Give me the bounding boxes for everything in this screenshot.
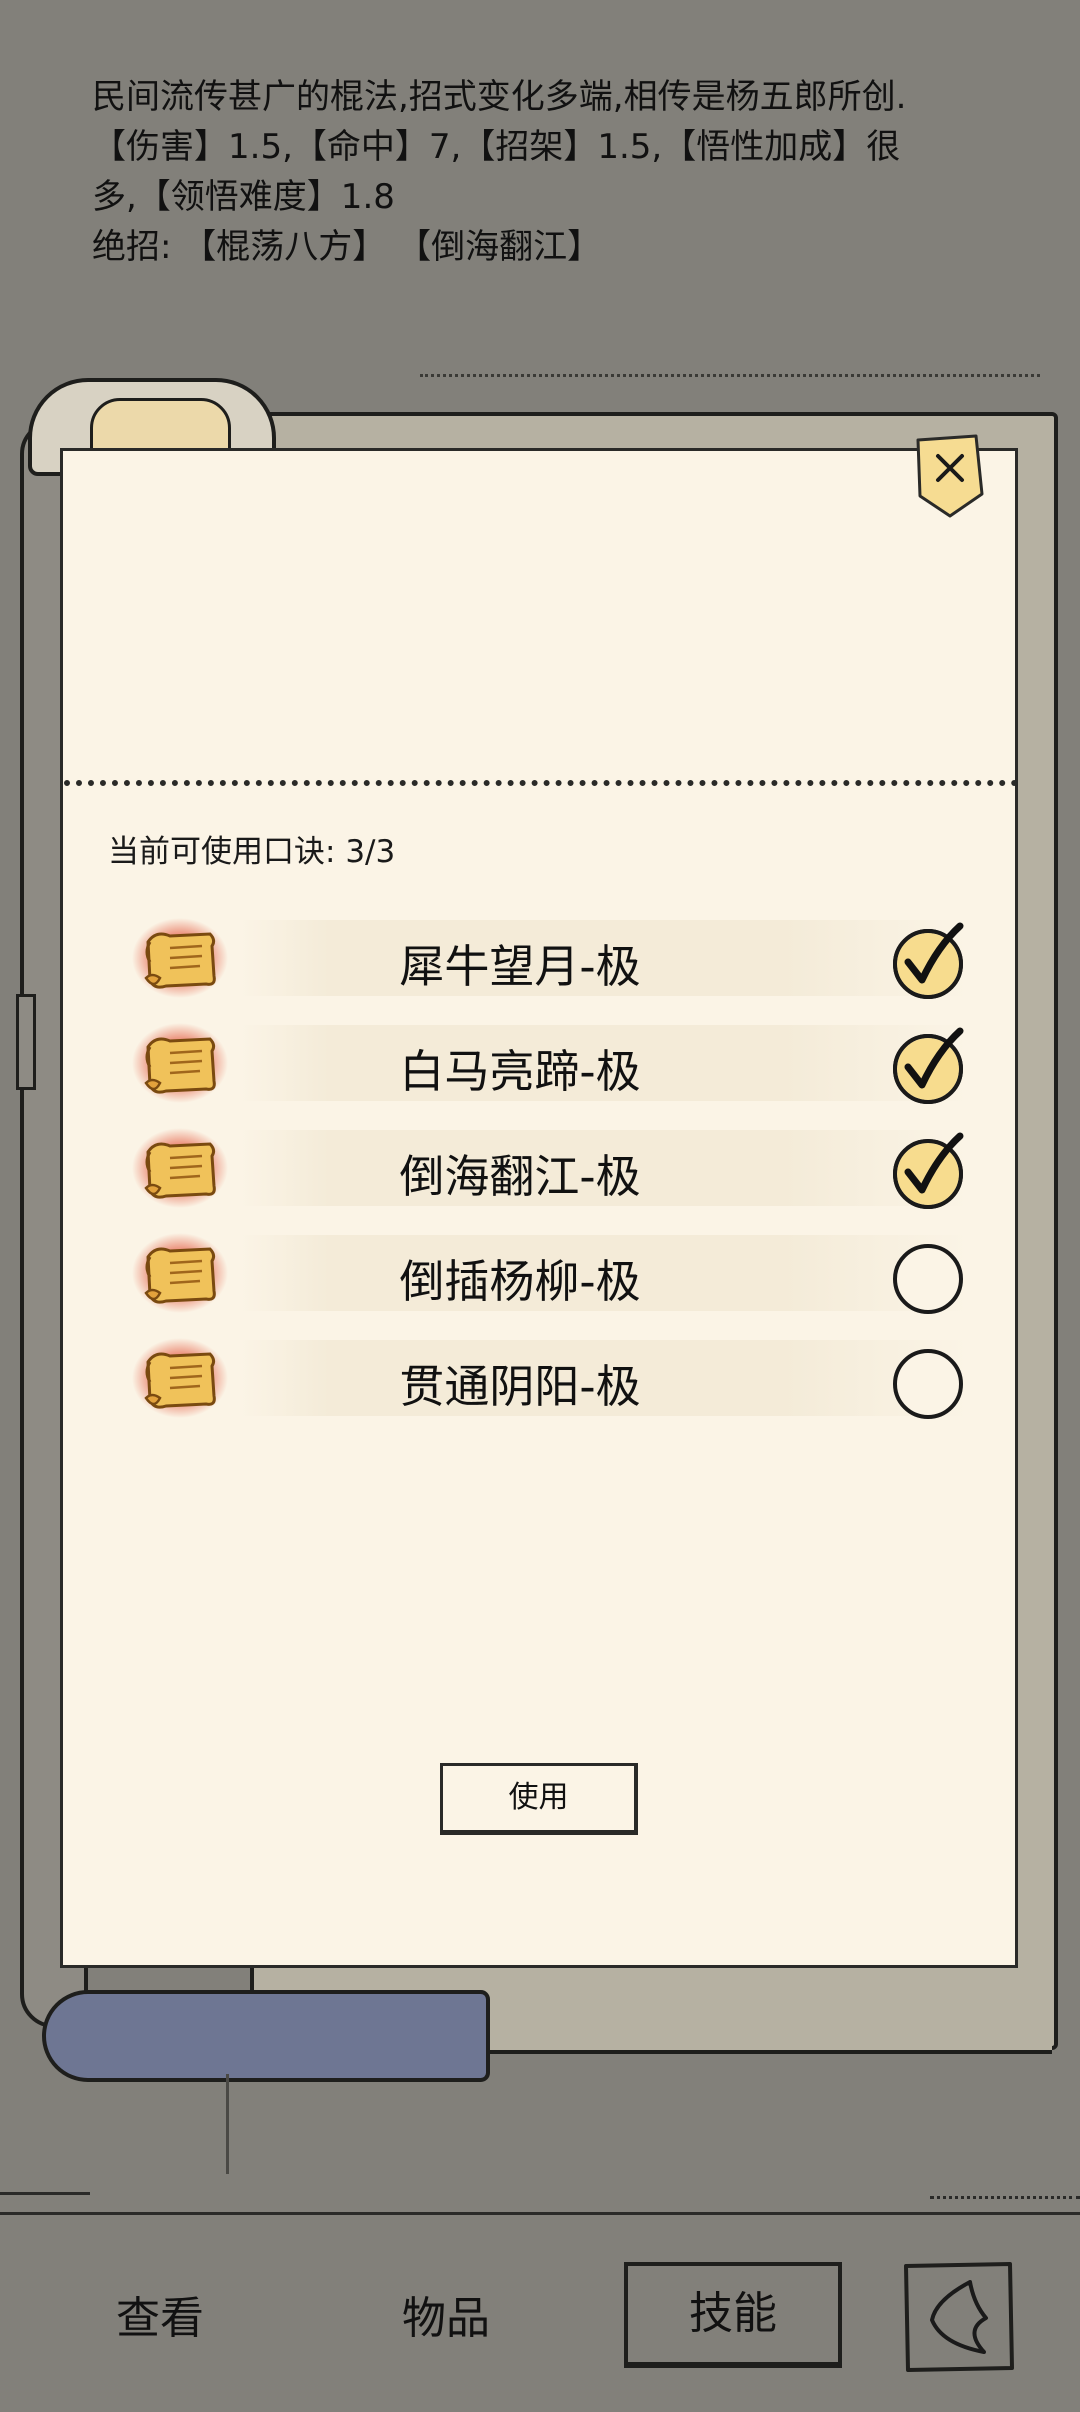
back-button[interactable] (902, 2260, 1016, 2374)
dialog-divider (64, 780, 1018, 786)
description-line-3: 多,【领悟难度】1.8 (92, 177, 395, 217)
top-dotted-divider (420, 374, 1040, 377)
close-icon (916, 434, 984, 518)
skill-row-5[interactable]: 贯通阴阳-极 (120, 1330, 980, 1426)
available-count: 3/3 (345, 834, 396, 870)
skill-name: 犀牛望月-极 (399, 940, 641, 993)
skill-name: 贯通阴阳-极 (399, 1360, 641, 1413)
nav-skills-button[interactable]: 技能 (624, 2262, 842, 2368)
scroll-icon (132, 1023, 228, 1103)
skill-checkbox[interactable] (888, 1023, 974, 1109)
nav-view-button[interactable]: 查看 (116, 2282, 204, 2346)
ground-dash-right (930, 2196, 1080, 2199)
skill-row-3[interactable]: 倒海翻江-极 (120, 1120, 980, 1216)
use-button[interactable]: 使用 (440, 1763, 638, 1835)
ground-dash-left (0, 2192, 90, 2195)
skill-name: 白马亮蹄-极 (399, 1045, 641, 1098)
skill-description: 民间流传甚广的棍法,招式变化多端,相传是杨五郎所创. 【伤害】1.5,【命中】7… (92, 72, 1022, 272)
skill-name: 倒插杨柳-极 (399, 1255, 641, 1308)
scroll-left-tab (16, 994, 36, 1090)
close-button[interactable] (914, 432, 986, 520)
skill-checkbox[interactable] (888, 1233, 974, 1319)
skill-row-4[interactable]: 倒插杨柳-极 (120, 1225, 980, 1321)
available-label: 当前可使用口诀: (108, 834, 336, 870)
description-line-1: 民间流传甚广的棍法,招式变化多端,相传是杨五郎所创. (92, 77, 907, 117)
skill-checkbox[interactable] (888, 1128, 974, 1214)
decor-stick (226, 2074, 229, 2174)
ground-line (0, 2212, 1080, 2215)
scroll-bottom-roll (42, 1990, 490, 2082)
skill-row-2[interactable]: 白马亮蹄-极 (120, 1015, 980, 1111)
scroll-icon (132, 1128, 228, 1208)
scroll-icon (132, 1233, 228, 1313)
description-line-4: 绝招: 【棍荡八方】 【倒海翻江】 (92, 227, 602, 267)
back-arrow-icon (904, 2262, 1014, 2372)
skill-checkbox[interactable] (888, 1338, 974, 1424)
skill-name: 倒海翻江-极 (399, 1150, 641, 1203)
skill-checkbox[interactable] (888, 918, 974, 1004)
scroll-icon (132, 1338, 228, 1418)
nav-items-button[interactable]: 物品 (402, 2282, 490, 2346)
available-mnemonics: 当前可使用口诀: 3/3 (108, 826, 395, 871)
skill-row-1[interactable]: 犀牛望月-极 (120, 910, 980, 1006)
scroll-icon (132, 918, 228, 998)
description-line-2: 【伤害】1.5,【命中】7,【招架】1.5,【悟性加成】很 (92, 127, 901, 167)
